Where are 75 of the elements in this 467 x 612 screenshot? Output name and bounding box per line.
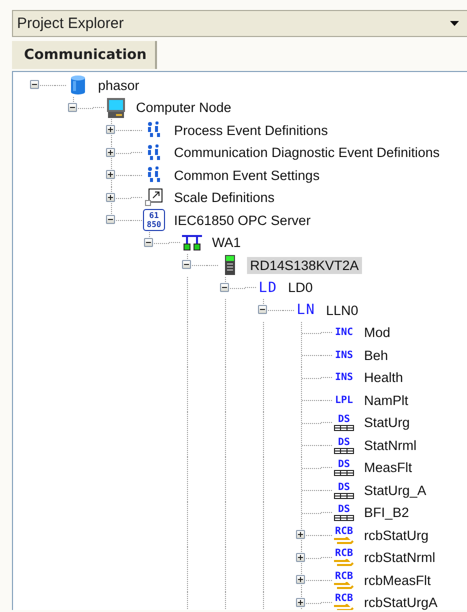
- tree-item[interactable]: Health: [361, 369, 406, 386]
- tree-item[interactable]: IEC61850 OPC Server: [171, 212, 314, 229]
- tree-item[interactable]: StatNrml: [361, 436, 420, 454]
- type-label: LN: [296, 302, 316, 318]
- type-label: DS: [338, 459, 350, 470]
- tree-item[interactable]: MeasFlt: [361, 459, 416, 476]
- type-label: LD: [258, 280, 278, 296]
- collapse-toggle[interactable]: [68, 102, 77, 112]
- tree-item[interactable]: rcbStatUrgA: [361, 594, 441, 610]
- type-label: LPL: [334, 394, 354, 406]
- arrow-icon: [334, 559, 354, 568]
- type-label: RCB: [334, 593, 354, 604]
- expand-toggle[interactable]: [296, 598, 305, 606]
- scale-icon: [145, 188, 163, 208]
- database-icon: [70, 75, 86, 96]
- tree-item[interactable]: StatUrg_A: [361, 482, 430, 499]
- table-icon: [334, 492, 354, 499]
- tree-item[interactable]: RD14S138KVT2A: [247, 256, 362, 274]
- tree-item[interactable]: Communication Diagnostic Event Definitions: [171, 144, 443, 162]
- expand-toggle[interactable]: [106, 148, 115, 156]
- tree-item[interactable]: rcbMeasFlt: [361, 572, 434, 589]
- type-label: DS: [338, 436, 350, 448]
- type-label: INC: [334, 327, 354, 338]
- expand-toggle[interactable]: [296, 575, 305, 584]
- tab[interactable]: Communication: [12, 41, 157, 69]
- arrow-icon: [334, 604, 354, 610]
- type-label: INS: [334, 350, 354, 361]
- events-icon: [146, 166, 162, 184]
- type-label: RCB: [334, 526, 354, 537]
- arrow-icon: [334, 582, 354, 590]
- collapse-toggle[interactable]: [258, 305, 267, 314]
- collapse-toggle[interactable]: [220, 282, 229, 292]
- table-icon: [334, 448, 354, 454]
- server-icon: 61 850: [143, 209, 165, 232]
- tree-item[interactable]: NamPlt: [361, 392, 412, 409]
- tree-item[interactable]: LLN0: [323, 302, 362, 319]
- tree-item[interactable]: Mod: [361, 324, 394, 342]
- computer-icon: [106, 98, 126, 118]
- tree-item[interactable]: Computer Node: [133, 99, 234, 116]
- network-icon: [181, 232, 203, 253]
- type-label: RCB: [334, 548, 354, 560]
- type-label: INS: [334, 372, 354, 384]
- tree-item[interactable]: LD0: [285, 279, 316, 296]
- expand-toggle[interactable]: [106, 125, 115, 134]
- panel-title: Project Explorer: [17, 15, 125, 32]
- expand-toggle[interactable]: [296, 530, 305, 539]
- type-label: DS: [338, 482, 350, 493]
- events-icon: [146, 121, 162, 140]
- tree-item[interactable]: Process Event Definitions: [171, 122, 331, 139]
- dropdown-icon[interactable]: [450, 21, 459, 26]
- expand-toggle[interactable]: [106, 192, 115, 202]
- table-icon: [334, 515, 354, 522]
- collapse-toggle[interactable]: [106, 215, 115, 224]
- tree-item[interactable]: StatUrg: [361, 414, 413, 432]
- arrow-icon: [334, 536, 354, 545]
- tree-item[interactable]: phasor: [95, 76, 142, 94]
- tree-item[interactable]: Scale Definitions: [171, 189, 278, 206]
- collapse-toggle[interactable]: [30, 80, 39, 89]
- tree-item[interactable]: rcbStatNrml: [361, 549, 438, 566]
- tree-item[interactable]: Beh: [361, 346, 392, 364]
- type-label: DS: [338, 504, 350, 516]
- collapse-toggle[interactable]: [144, 238, 153, 246]
- device-icon: [225, 255, 235, 276]
- expand-toggle[interactable]: [296, 552, 305, 562]
- events-icon: [146, 144, 162, 162]
- tree-item[interactable]: BFI_B2: [361, 504, 412, 522]
- tree-item[interactable]: rcbStatUrg: [361, 526, 432, 544]
- table-icon: [334, 470, 354, 476]
- collapse-toggle[interactable]: [182, 260, 191, 269]
- tree-item[interactable]: WA1: [209, 234, 244, 252]
- type-label: RCB: [334, 570, 354, 582]
- tree-item[interactable]: Common Event Settings: [171, 166, 323, 184]
- table-icon: [334, 425, 354, 432]
- expand-toggle[interactable]: [106, 170, 115, 179]
- type-label: DS: [338, 414, 350, 426]
